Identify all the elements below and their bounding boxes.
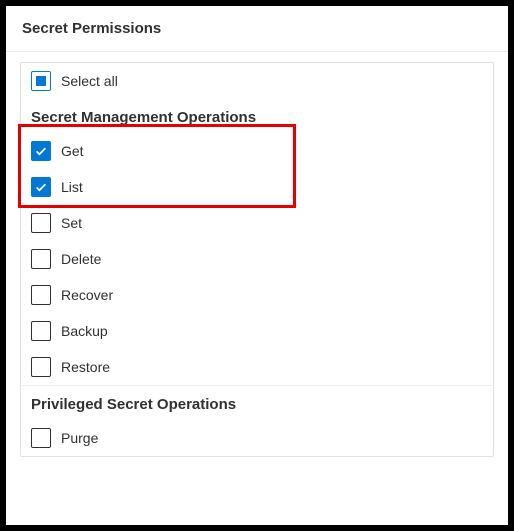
item-delete-checkbox[interactable] <box>31 249 51 269</box>
permissions-panel: Secret Permissions Select all Secret Man… <box>6 6 508 525</box>
item-delete-row[interactable]: Delete <box>21 241 493 277</box>
item-get-row[interactable]: Get <box>21 133 493 169</box>
item-list-label: List <box>61 179 83 195</box>
item-delete-label: Delete <box>61 251 101 267</box>
item-list-checkbox[interactable] <box>31 177 51 197</box>
section-privileged: Privileged Secret Operations <box>21 386 493 420</box>
select-all-label: Select all <box>61 73 118 89</box>
item-restore-label: Restore <box>61 359 110 375</box>
item-set-label: Set <box>61 215 82 231</box>
item-purge-row[interactable]: Purge <box>21 420 493 456</box>
section-management-label: Secret Management Operations <box>31 109 256 126</box>
checkmark-icon <box>34 180 48 194</box>
select-all-checkbox[interactable] <box>31 71 51 91</box>
item-purge-checkbox[interactable] <box>31 428 51 448</box>
item-recover-checkbox[interactable] <box>31 285 51 305</box>
panel-header: Secret Permissions <box>6 6 508 52</box>
section-privileged-label: Privileged Secret Operations <box>31 396 236 413</box>
section-management: Secret Management Operations <box>21 99 493 133</box>
checkmark-icon <box>34 144 48 158</box>
item-backup-checkbox[interactable] <box>31 321 51 341</box>
item-list-row[interactable]: List <box>21 169 493 205</box>
permissions-card: Select all Secret Management Operations … <box>20 62 494 457</box>
item-set-row[interactable]: Set <box>21 205 493 241</box>
indeterminate-icon <box>36 76 46 86</box>
item-backup-label: Backup <box>61 323 108 339</box>
item-restore-checkbox[interactable] <box>31 357 51 377</box>
item-purge-label: Purge <box>61 430 98 446</box>
item-recover-label: Recover <box>61 287 113 303</box>
panel-title: Secret Permissions <box>22 20 492 37</box>
panel-content: Select all Secret Management Operations … <box>6 52 508 457</box>
select-all-row[interactable]: Select all <box>21 63 493 99</box>
item-get-label: Get <box>61 143 84 159</box>
item-restore-row[interactable]: Restore <box>21 349 493 385</box>
item-recover-row[interactable]: Recover <box>21 277 493 313</box>
item-set-checkbox[interactable] <box>31 213 51 233</box>
item-get-checkbox[interactable] <box>31 141 51 161</box>
item-backup-row[interactable]: Backup <box>21 313 493 349</box>
